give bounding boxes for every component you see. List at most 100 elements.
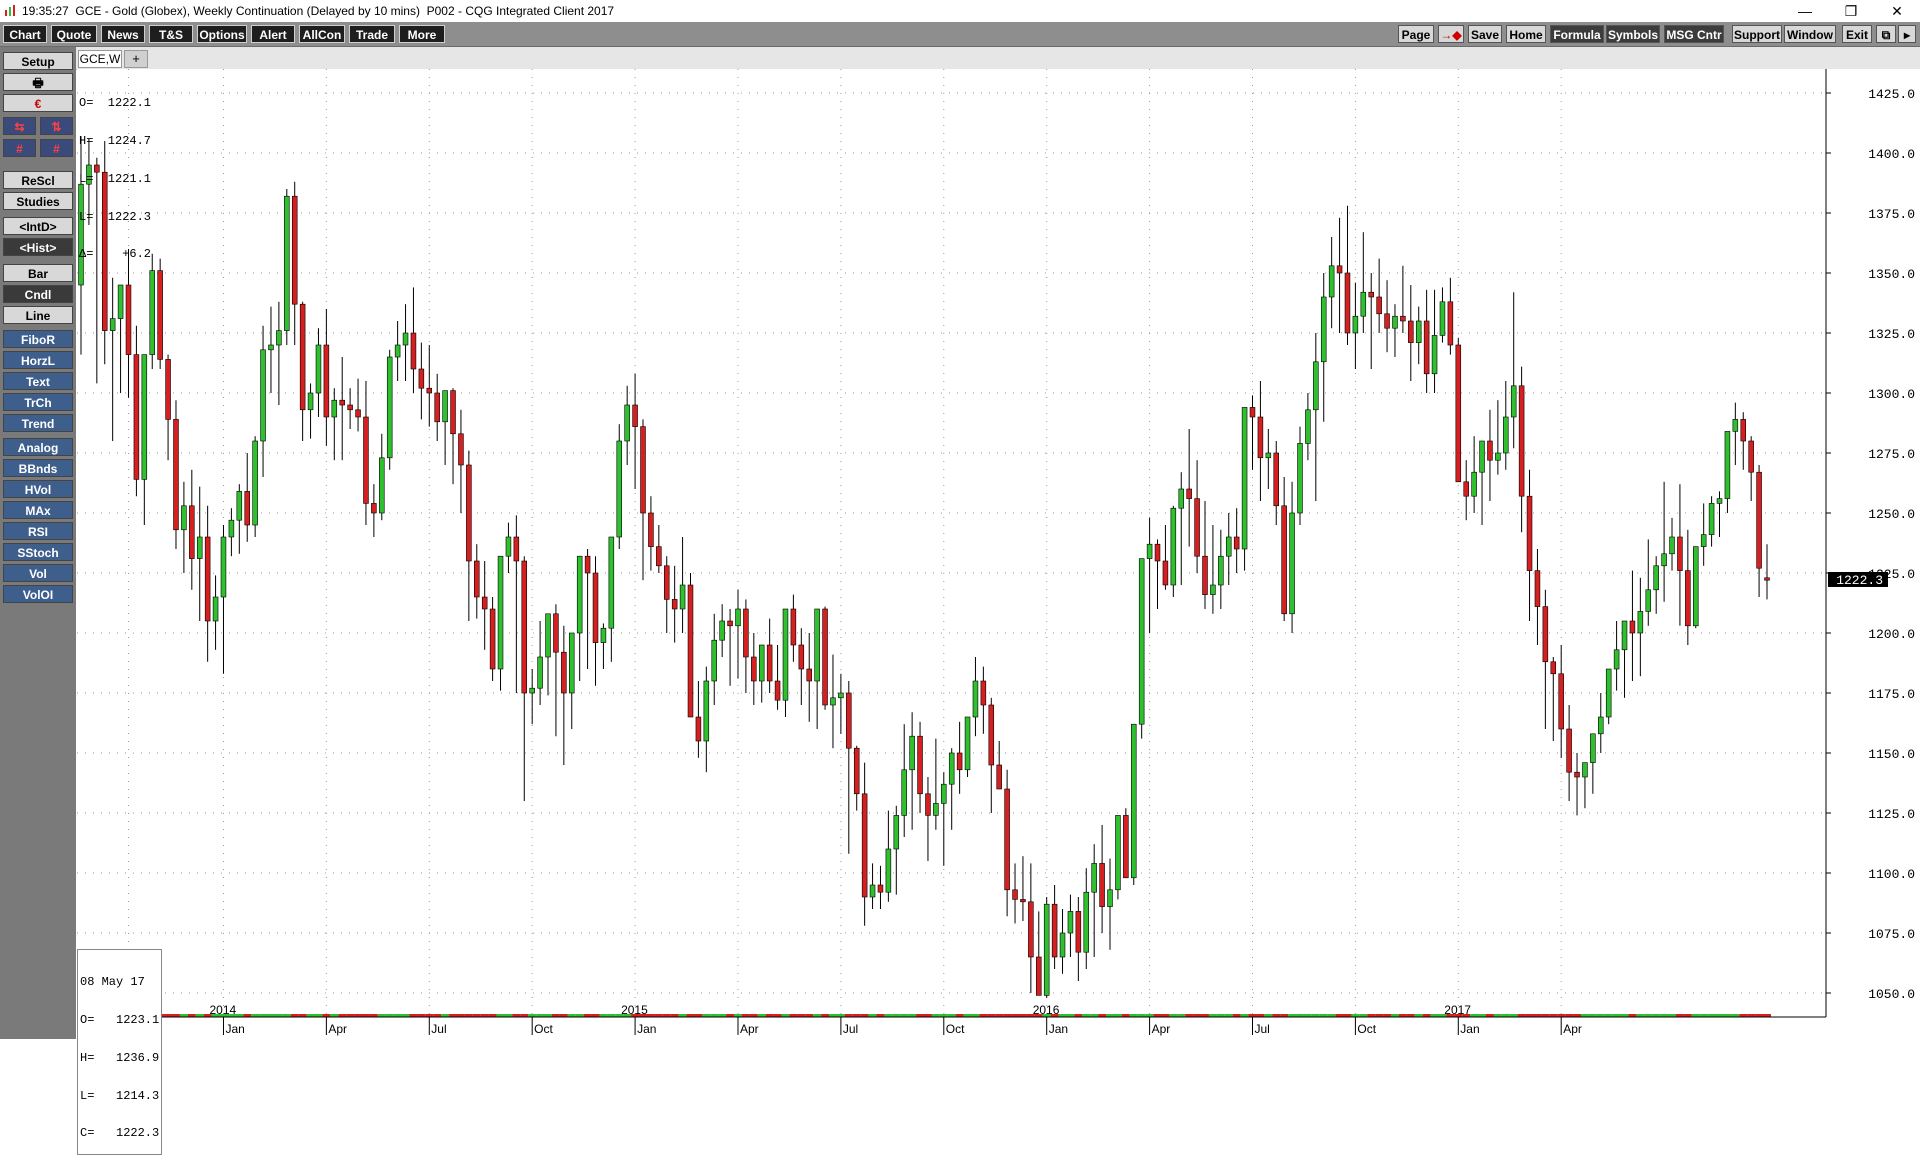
candle-body [323,344,330,418]
x-tick-month: Apr [1152,1022,1171,1036]
candle-body [513,536,520,562]
menu-trade[interactable]: Trade [349,25,395,43]
hist-button[interactable]: <Hist> [3,238,73,256]
close-button[interactable]: ✕ [1874,0,1920,22]
add-tab-button[interactable]: + [124,50,148,68]
y-tick-label: 1125.0 [1868,807,1915,822]
candle-body [1257,416,1264,459]
candle-body [806,668,812,682]
y-tick-label: 1400.0 [1868,147,1915,162]
more-arrow-icon[interactable]: ▸ [1898,25,1916,43]
setup-button[interactable]: Setup [3,52,73,70]
candle-body [220,536,227,598]
hvol-button[interactable]: HVol [3,480,73,498]
grid-b-icon[interactable]: # [40,139,73,157]
page-button[interactable]: Page [1398,25,1434,43]
currency-icon[interactable]: € [3,94,73,112]
restore-button[interactable]: ❐ [1828,0,1874,22]
candle-body [616,440,623,538]
menu-news[interactable]: News [101,25,145,43]
scroll-up-down-icon[interactable]: ⇅ [40,117,73,135]
candle-body [1495,452,1501,461]
candle-body [379,457,385,514]
candlestick-chart[interactable]: 1425.0 1400.0 1375.0 1350.0 1325.0 1300.0 1275… [77,69,1920,1039]
candle-body [1629,620,1636,634]
candle-body [1400,315,1406,322]
candle-body [569,632,575,694]
analog-button[interactable]: Analog [3,438,73,456]
page-arrow-button[interactable]: →◆ [1438,25,1464,43]
candle-body [212,596,219,622]
home-button[interactable]: Home [1506,25,1546,43]
rsi-button[interactable]: RSI [3,522,73,540]
last-price-label: 1222.3 [1836,573,1883,588]
candle-body [252,440,258,526]
candle-body [790,608,797,646]
candle-body [917,735,923,795]
candle-body [1281,505,1287,615]
menu-chart[interactable]: Chart [3,25,47,43]
vol-button[interactable]: Vol [3,564,73,582]
cqg-app-icon [5,5,15,16]
studies-button[interactable]: Studies [3,192,73,210]
menu-quote[interactable]: Quote [51,25,97,43]
sstoch-button[interactable]: SStoch [3,543,73,561]
x-tick-month: Jul [1254,1022,1269,1036]
menu-alert[interactable]: Alert [251,25,295,43]
candle-body [1693,546,1699,627]
candle-body [933,803,939,816]
grid-a-icon[interactable]: # [3,139,36,157]
menu-ts[interactable]: T&S [149,25,193,43]
candle-body [925,793,931,816]
candle-body [236,491,243,521]
text-button[interactable]: Text [3,372,73,390]
bbnds-button[interactable]: BBnds [3,459,73,477]
restore-chart-icon[interactable]: ⧉ [1876,25,1896,43]
candle-body [1376,296,1382,315]
scroll-left-right-icon[interactable]: ⇆ [3,117,36,135]
horzl-button[interactable]: HorzL [3,351,73,369]
save-button[interactable]: Save [1468,25,1502,43]
exit-button[interactable]: Exit [1842,25,1872,43]
menu-more[interactable]: More [399,25,445,43]
y-tick-label: 1375.0 [1868,207,1915,222]
candle-body [711,639,717,682]
line-button[interactable]: Line [3,306,73,324]
candle-body [1550,661,1557,675]
candle-body [196,536,203,559]
menu-options[interactable]: Options [197,25,247,43]
readout-bottom-date: 08 May 17 [80,975,145,990]
minimize-button[interactable]: — [1782,0,1828,22]
candle-body [640,426,646,514]
candle-body [1431,335,1438,375]
voloi-button[interactable]: VolOI [3,585,73,603]
menu-allcon[interactable]: AllCon [299,25,345,43]
candle-body [1320,296,1327,363]
candle-body [434,392,440,423]
candle-body [1043,903,1050,996]
msg-cntr-button[interactable]: MSG Cntr [1664,25,1724,43]
trend-button[interactable]: Trend [3,414,73,432]
candle-body [1218,555,1224,586]
max-button[interactable]: MAx [3,501,73,519]
chart-tab-gce-w[interactable]: GCE,W [78,50,122,68]
last-price-marker: 1222.3 [1828,571,1888,588]
print-icon[interactable]: 🖶 [3,73,73,91]
support-button[interactable]: Support [1732,25,1782,43]
bar-button[interactable]: Bar [3,264,73,282]
candle-body [1764,577,1770,581]
symbols-button[interactable]: Symbols [1606,25,1660,43]
candle-body [141,354,148,480]
window-button[interactable]: Window [1784,25,1836,43]
fibor-button[interactable]: FiboR [3,330,73,348]
cndl-button[interactable]: Cndl [3,285,73,303]
candle-body [394,344,401,358]
trch-button[interactable]: TrCh [3,393,73,411]
candle-body [1677,536,1683,571]
candle-body [1289,512,1295,615]
candle-body [830,697,836,706]
formula-button[interactable]: Formula [1550,25,1604,43]
rescl-button[interactable]: ReScl [3,171,73,189]
intd-button[interactable]: <IntD> [3,217,73,235]
x-tick-month: Jan [225,1022,244,1036]
